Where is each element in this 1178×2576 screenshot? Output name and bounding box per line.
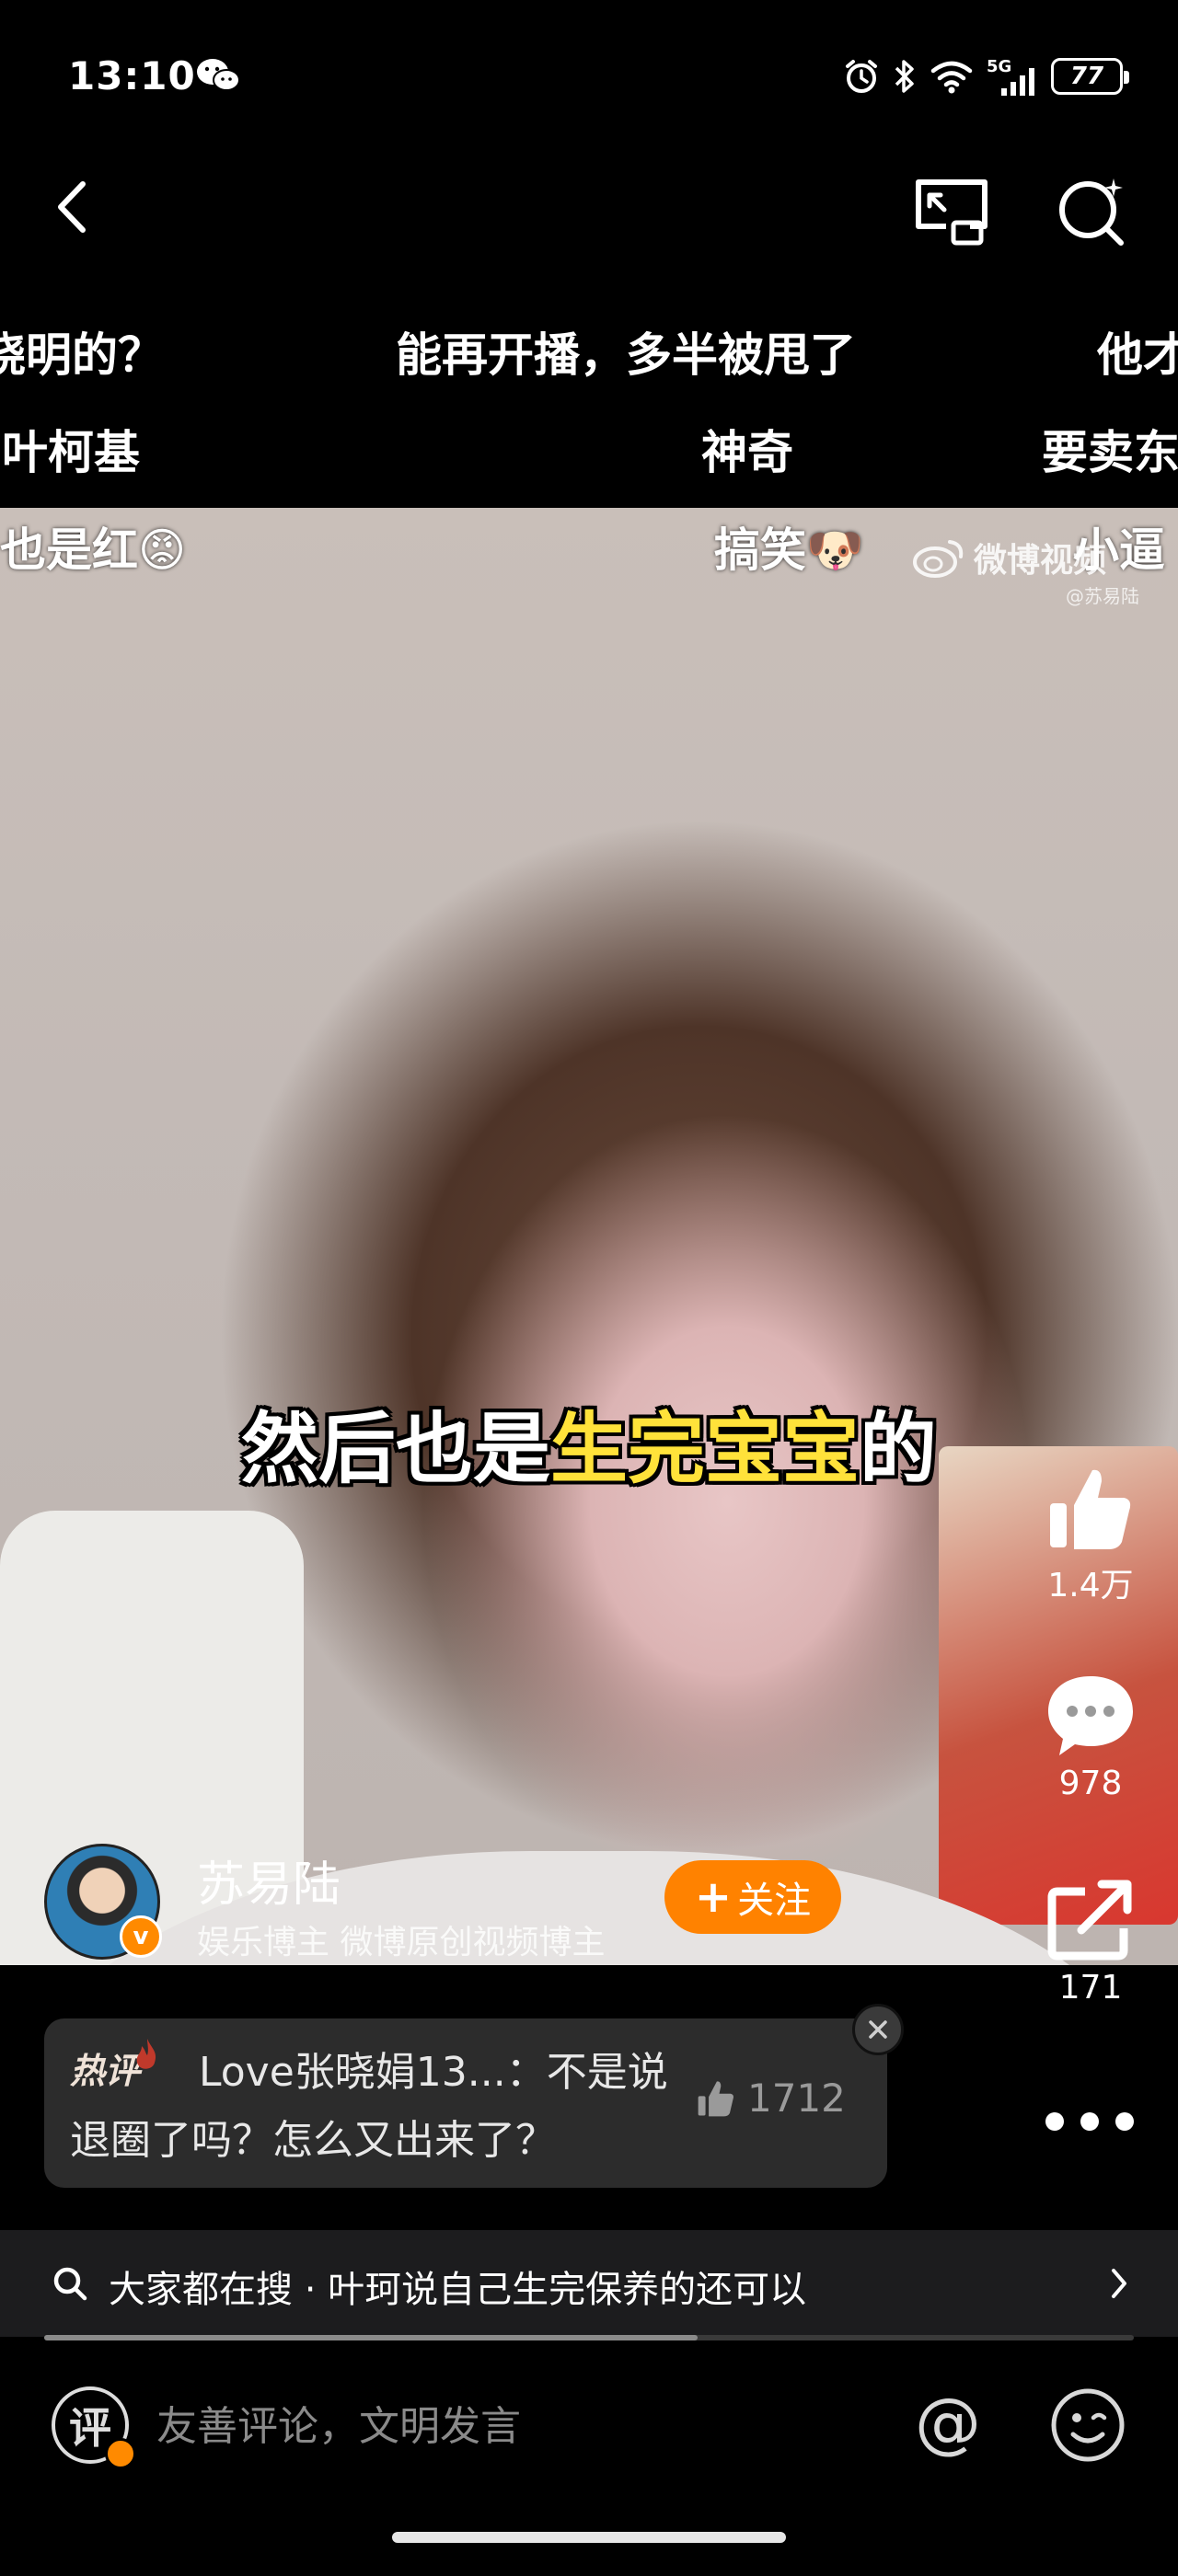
more-options-button[interactable]: [1045, 2103, 1134, 2140]
bluetooth-icon: [895, 60, 914, 93]
wechat-icon: [197, 59, 240, 91]
danmaku-comment: 神奇: [701, 426, 793, 479]
thumbs-up-icon: [1050, 1469, 1131, 1549]
chevron-right-icon: [1112, 2269, 1126, 2298]
video-progress-fill: [44, 2335, 699, 2340]
hot-comment-card[interactable]: 热评 Love张晓娟13...：不是说退圈了吗？怎么又出来了？ 1712: [44, 2018, 887, 2188]
at-mention-button[interactable]: @: [911, 2388, 985, 2462]
comment-count: 978: [1058, 1765, 1123, 1802]
video-player[interactable]: [0, 508, 1178, 1965]
trending-search-text: 大家都在搜 · 叶珂说自己生完保养的还可以: [109, 2269, 807, 2311]
comment-badge: [105, 2438, 136, 2469]
subtitle-highlight: 生完宝宝: [549, 1404, 860, 1494]
home-indicator[interactable]: [392, 2532, 786, 2543]
picture-in-picture-button[interactable]: [913, 175, 990, 248]
watermark-handle: @苏易陆: [1066, 585, 1139, 607]
hot-comment-text: Love张晓娟13...：不是说退圈了吗？怎么又出来了？: [70, 2049, 668, 2164]
battery-indicator: 77: [1051, 58, 1129, 95]
hot-comment-likes: 1712: [747, 2076, 846, 2121]
danmaku-comment: 搞笑🐶: [714, 523, 864, 577]
thumbs-up-icon: [698, 2080, 733, 2116]
alarm-icon: [846, 60, 877, 93]
author-tags: 娱乐博主 微博原创视频博主: [197, 1924, 606, 1961]
signal-bars-icon: [1001, 68, 1034, 96]
wifi-icon: [930, 61, 973, 94]
status-bar: 13:10 5G 77: [0, 0, 1178, 156]
more-dot: [1080, 2112, 1099, 2131]
danmaku-comment: 他才: [1097, 328, 1178, 382]
comment-input[interactable]: 友善评论，文明发言: [156, 2392, 856, 2462]
follow-button[interactable]: + 关注: [664, 1860, 841, 1934]
watermark-text: 微博视频: [974, 542, 1107, 580]
emoji-button[interactable]: [1049, 2386, 1126, 2464]
battery-level: 77: [1069, 63, 1104, 90]
search-icon[interactable]: [1053, 171, 1130, 248]
danmaku-comment: 晓明的？: [0, 328, 164, 382]
share-button[interactable]: 171: [1031, 1873, 1150, 2007]
close-icon: [869, 2020, 887, 2039]
follow-label: 关注: [737, 1880, 812, 1922]
danmaku-comment: 能再开播，多半被甩了: [396, 328, 856, 382]
share-icon: [1047, 1880, 1132, 1961]
at-icon: @: [915, 2388, 981, 2461]
weibo-logo-icon: [913, 540, 964, 578]
share-count: 171: [1058, 1969, 1123, 2007]
chat-bubble-icon: [1048, 1676, 1133, 1755]
danmaku-comment: 叶柯基: [2, 426, 140, 479]
cellular-signal: 5G: [987, 57, 1038, 96]
video-progress-bar[interactable]: [44, 2335, 1134, 2340]
plus-icon: +: [694, 1871, 733, 1923]
close-hot-comment-button[interactable]: [852, 2004, 904, 2055]
trending-search-bar[interactable]: 大家都在搜 · 叶珂说自己生完保养的还可以: [0, 2230, 1178, 2337]
hot-comment-like-button[interactable]: 1712: [696, 2076, 846, 2121]
more-dot: [1115, 2112, 1134, 2131]
comment-button[interactable]: 978: [1031, 1669, 1150, 1802]
danmaku-comment: 也是红😡: [0, 523, 187, 577]
like-count: 1.4万: [1047, 1567, 1134, 1604]
verified-badge: v: [120, 1915, 162, 1958]
subtitle-segment: 的: [860, 1404, 938, 1494]
more-dot: [1045, 2112, 1064, 2131]
video-subtitle: 然后也是生完宝宝的: [0, 1387, 1178, 1499]
danmaku-comment: 要卖东: [1042, 426, 1178, 479]
video-watermark: 微博视频: [911, 534, 1106, 581]
search-icon: [53, 2267, 87, 2301]
status-indicators: 5G 77: [843, 53, 1129, 99]
back-button[interactable]: [42, 175, 107, 239]
status-time: 13:10: [68, 53, 196, 98]
subtitle-segment: 然后也是: [240, 1404, 550, 1494]
author-name[interactable]: 苏易陆: [197, 1846, 341, 1915]
like-button[interactable]: 1.4万: [1031, 1463, 1150, 1606]
